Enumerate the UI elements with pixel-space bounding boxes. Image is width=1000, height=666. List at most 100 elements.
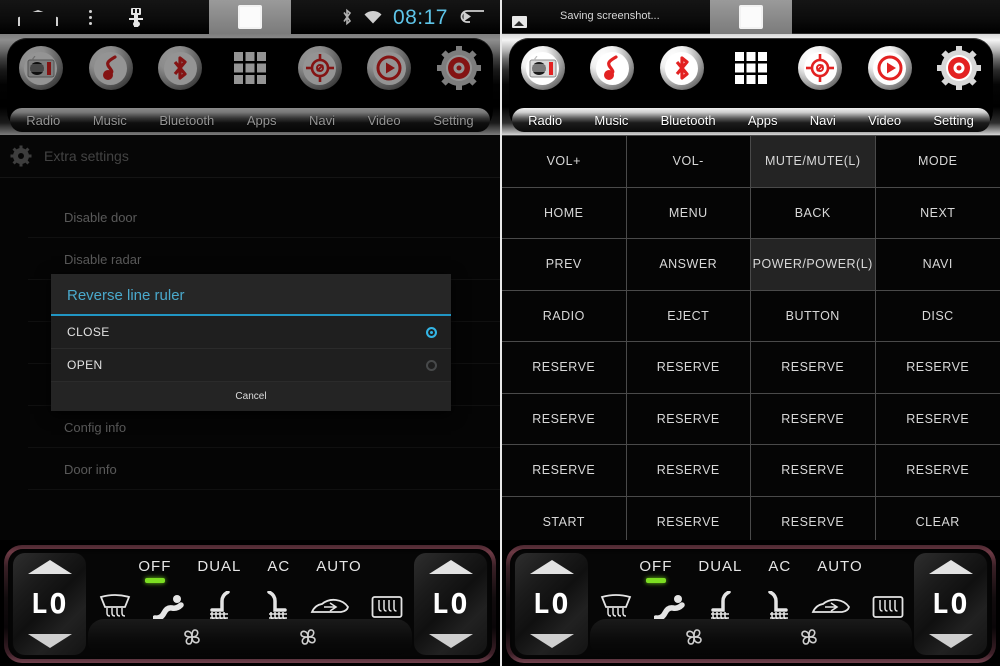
dock-icon-apps[interactable] <box>728 45 774 91</box>
key-cell[interactable]: RESERVE <box>875 393 1000 445</box>
fan-left-icon[interactable] <box>682 626 706 648</box>
fan-right-icon[interactable] <box>296 626 320 648</box>
climate-mode-off[interactable]: OFF <box>138 558 171 583</box>
dialog-option-close[interactable]: CLOSE <box>51 316 451 349</box>
key-cell[interactable]: RADIO <box>502 290 627 342</box>
key-cell[interactable]: RESERVE <box>751 445 876 497</box>
key-cell[interactable]: RESERVE <box>502 342 627 394</box>
status-left-icons <box>0 7 144 27</box>
car-airflow-icon[interactable] <box>811 594 851 620</box>
climate-mode-row: OFF DUAL AC AUTO <box>590 553 912 583</box>
dialog-cancel-button[interactable]: Cancel <box>51 382 451 411</box>
key-cell[interactable]: RESERVE <box>875 445 1000 497</box>
dock-label-apps[interactable]: Apps <box>748 113 778 128</box>
key-cell[interactable]: MODE <box>875 136 1000 188</box>
temp-control-left[interactable]: LO <box>13 553 86 655</box>
dock-label-bluetooth[interactable]: Bluetooth <box>661 113 716 128</box>
key-cell[interactable]: BACK <box>751 187 876 239</box>
key-cell[interactable]: NEXT <box>875 187 1000 239</box>
key-cell[interactable]: VOL+ <box>502 136 627 188</box>
airflow-body-icon[interactable] <box>152 592 187 622</box>
airflow-body-icon[interactable] <box>653 592 688 622</box>
temp-down-arrow-icon[interactable] <box>928 634 973 648</box>
windshield-defrost-icon[interactable] <box>98 592 132 622</box>
radio-button-selected-icon[interactable] <box>426 326 437 338</box>
dock-icon-music[interactable] <box>589 45 635 91</box>
key-cell[interactable]: ANSWER <box>626 239 751 291</box>
temp-up-arrow-icon[interactable] <box>928 560 973 574</box>
temp-up-arrow-icon[interactable] <box>27 560 72 574</box>
rear-defrost-icon[interactable] <box>371 595 403 619</box>
back-icon[interactable] <box>458 8 486 26</box>
key-cell[interactable]: MENU <box>626 187 751 239</box>
key-cell[interactable]: MUTE/MUTE(L) <box>751 136 876 188</box>
fan-left-icon[interactable] <box>180 626 204 648</box>
screenshot-image-icon <box>512 16 527 28</box>
key-cell[interactable]: POWER/POWER(L) <box>751 239 876 291</box>
key-cell[interactable]: RESERVE <box>626 445 751 497</box>
windshield-defrost-icon[interactable] <box>599 592 633 622</box>
dock-label-setting[interactable]: Setting <box>933 113 973 128</box>
wifi-icon <box>363 10 383 25</box>
temp-control-right[interactable]: LO <box>914 553 987 655</box>
dock-icon-video[interactable] <box>867 45 913 91</box>
dock-label-radio[interactable]: Radio <box>528 113 562 128</box>
home-icon[interactable] <box>18 8 56 26</box>
climate-mode-auto[interactable]: AUTO <box>316 558 361 575</box>
temp-up-arrow-icon[interactable] <box>529 560 574 574</box>
key-cell[interactable]: RESERVE <box>626 393 751 445</box>
temp-control-left[interactable]: LO <box>515 553 588 655</box>
temp-up-arrow-icon[interactable] <box>428 560 473 574</box>
climate-mode-label: AC <box>768 557 792 575</box>
key-cell[interactable]: RESERVE <box>751 342 876 394</box>
key-cell[interactable]: DISC <box>875 290 1000 342</box>
key-cell[interactable]: RESERVE <box>502 393 627 445</box>
climate-mode-dual[interactable]: DUAL <box>197 558 241 575</box>
dock-label-video[interactable]: Video <box>868 113 901 128</box>
temp-down-arrow-icon[interactable] <box>27 634 72 648</box>
key-cell[interactable]: RESERVE <box>626 342 751 394</box>
climate-frame: LO OFF DUAL AC AUTO LO <box>506 545 996 663</box>
climate-mode-dual[interactable]: DUAL <box>698 558 742 575</box>
dialog-option-open[interactable]: OPEN <box>51 349 451 382</box>
key-cell[interactable]: NAVI <box>875 239 1000 291</box>
climate-mode-label: DUAL <box>698 557 743 575</box>
dock-icon-radio[interactable] <box>520 45 566 91</box>
key-cell[interactable]: RESERVE <box>502 445 627 497</box>
rear-defrost-icon[interactable] <box>872 595 904 619</box>
climate-fan-row <box>88 619 412 655</box>
dock-icon-setting[interactable] <box>936 45 982 91</box>
climate-mode-ac[interactable]: AC <box>768 558 791 575</box>
radio-button-unselected-icon[interactable] <box>426 359 437 371</box>
key-cell[interactable]: HOME <box>502 187 627 239</box>
overflow-menu-icon[interactable] <box>78 7 102 27</box>
dock-icon-bluetooth[interactable] <box>659 45 705 91</box>
climate-mode-auto[interactable]: AUTO <box>817 558 862 575</box>
fan-right-icon[interactable] <box>797 626 821 648</box>
dock-icon-navi[interactable] <box>797 45 843 91</box>
key-cell[interactable]: RESERVE <box>875 342 1000 394</box>
key-cell[interactable]: PREV <box>502 239 627 291</box>
dock-label-navi[interactable]: Navi <box>810 113 836 128</box>
climate-mode-ac[interactable]: AC <box>267 558 290 575</box>
key-cell[interactable]: VOL- <box>626 136 751 188</box>
climate-mode-off[interactable]: OFF <box>639 557 673 583</box>
right-status-bar: Saving screenshot... <box>502 0 1000 34</box>
climate-center: OFF DUAL AC AUTO <box>88 549 412 659</box>
dock-icons-row <box>502 40 1000 96</box>
recents-button[interactable] <box>710 0 792 34</box>
dock-labels-row: Radio Music Bluetooth Apps Navi Video Se… <box>512 108 990 132</box>
car-airflow-icon[interactable] <box>310 594 350 620</box>
recents-button[interactable] <box>209 0 291 34</box>
temp-down-arrow-icon[interactable] <box>529 634 574 648</box>
dock-label-music[interactable]: Music <box>594 113 628 128</box>
key-cell[interactable]: RESERVE <box>751 393 876 445</box>
climate-mode-label: OFF <box>639 557 673 575</box>
temp-control-right[interactable]: LO <box>414 553 487 655</box>
left-screen-panel: 08:17 Radio Music Bluetooth Apps Navi Vi… <box>0 0 500 666</box>
key-cell[interactable]: EJECT <box>626 290 751 342</box>
key-cell[interactable]: BUTTON <box>751 290 876 342</box>
temp-value-right: LO <box>931 587 970 620</box>
climate-mode-label: DUAL <box>197 557 242 575</box>
temp-down-arrow-icon[interactable] <box>428 634 473 648</box>
